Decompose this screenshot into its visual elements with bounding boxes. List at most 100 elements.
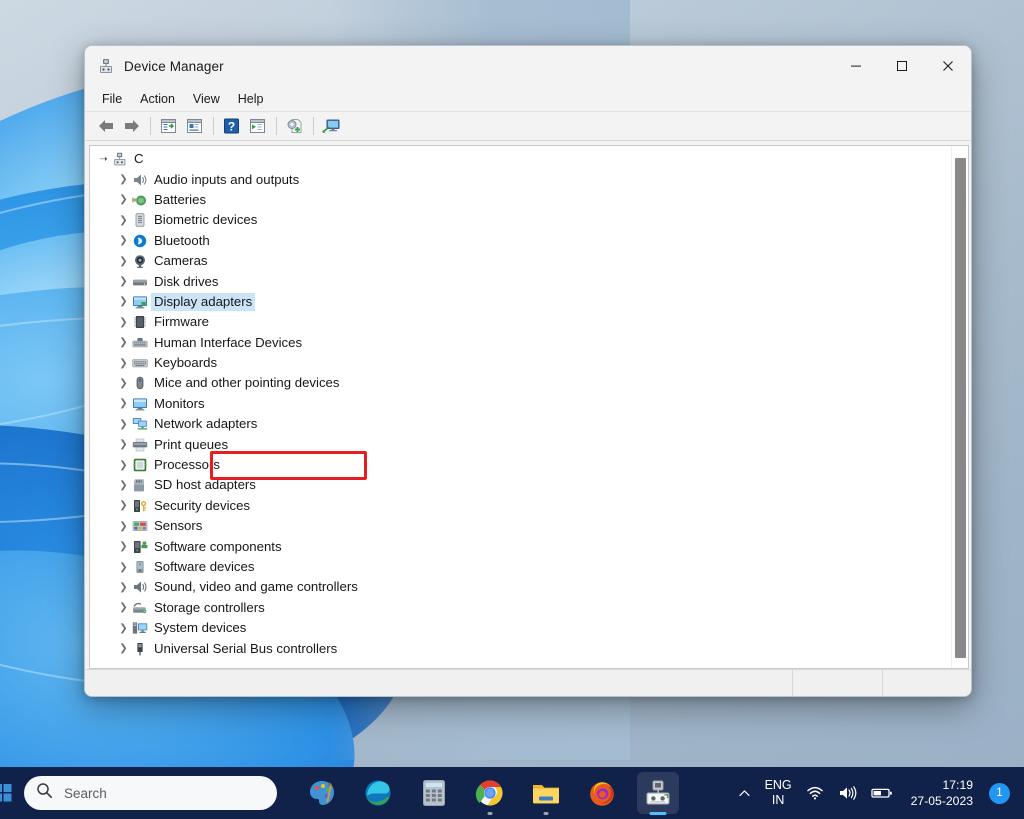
taskbar-app-paint[interactable] <box>301 772 343 814</box>
desktop: Device Manager File Action View Help ? ➝… <box>0 0 1024 819</box>
tree-item-human-interface-devices[interactable]: ❯ Human Interface Devices <box>90 333 951 353</box>
tree-item-software-devices[interactable]: ❯ Software devices <box>90 557 951 577</box>
tree-item-storage-controllers[interactable]: ❯ Storage controllers <box>90 598 951 618</box>
toolbar-separator <box>150 117 151 135</box>
help-icon[interactable]: ? <box>219 114 244 138</box>
paint-icon <box>310 781 334 805</box>
tree-item-sound-video-and-game-controllers[interactable]: ❯ Sound, video and game controllers <box>90 577 951 597</box>
chevron-right-icon[interactable]: ❯ <box>116 317 131 328</box>
start-button[interactable] <box>0 784 14 802</box>
notification-badge[interactable]: 1 <box>989 782 1010 804</box>
clock-time: 17:19 <box>942 778 974 792</box>
chevron-right-icon[interactable]: ❯ <box>116 623 131 634</box>
taskbar-app-device-manager[interactable] <box>637 772 679 815</box>
show-hidden-devices-icon[interactable] <box>182 114 207 138</box>
volume-icon[interactable] <box>831 772 864 814</box>
tree-root-node[interactable]: ➝ C <box>90 149 951 169</box>
tree-item-biometric-devices[interactable]: ❯ Biometric devices <box>90 210 951 230</box>
battery-icon <box>131 192 148 208</box>
chevron-right-icon[interactable]: ❯ <box>116 215 131 226</box>
running-indicator <box>543 812 549 815</box>
tree-item-keyboards[interactable]: ❯ Keyboards <box>90 353 951 373</box>
menu-item-view[interactable]: View <box>185 89 228 109</box>
taskbar-app-chrome[interactable] <box>469 772 511 815</box>
close-button[interactable] <box>925 46 971 86</box>
search-placeholder: Search <box>64 785 107 801</box>
tree-item-display-adapters[interactable]: ❯ Display adapters <box>90 292 951 312</box>
taskbar-app-firefox[interactable] <box>581 772 623 814</box>
tree-item-system-devices[interactable]: ❯ System devices <box>90 618 951 638</box>
chevron-right-icon[interactable]: ❯ <box>116 460 131 471</box>
chevron-right-icon[interactable]: ❯ <box>116 194 131 205</box>
menu-item-action[interactable]: Action <box>132 89 183 109</box>
chevron-right-icon[interactable]: ❯ <box>116 480 131 491</box>
chevron-right-icon[interactable]: ❯ <box>116 602 131 613</box>
taskbar-app-file-explorer[interactable] <box>525 772 567 815</box>
tree-item-bluetooth[interactable]: ❯ Bluetooth <box>90 231 951 251</box>
chevron-right-icon[interactable]: ❯ <box>116 643 131 654</box>
chevron-right-icon[interactable]: ❯ <box>116 256 131 267</box>
chevron-right-icon[interactable]: ❯ <box>116 521 131 532</box>
chevron-right-icon[interactable]: ❯ <box>116 541 131 552</box>
minimize-button[interactable] <box>833 46 879 86</box>
chevron-right-icon[interactable]: ❯ <box>116 419 131 430</box>
tree-item-monitors[interactable]: ❯ Monitors <box>90 394 951 414</box>
remote-computer-icon[interactable] <box>319 114 344 138</box>
toolbar-separator <box>313 117 314 135</box>
chevron-right-icon[interactable]: ❯ <box>116 276 131 287</box>
menu-item-file[interactable]: File <box>94 89 130 109</box>
chevron-right-icon[interactable]: ❯ <box>116 439 131 450</box>
maximize-button[interactable] <box>879 46 925 86</box>
printer-icon <box>131 437 148 453</box>
chevron-right-icon[interactable]: ❯ <box>116 337 131 348</box>
clock[interactable]: 17:19 27-05-2023 <box>900 772 989 814</box>
search-icon <box>36 782 53 804</box>
chevron-down-icon[interactable]: ➝ <box>96 154 111 165</box>
tree-item-network-adapters[interactable]: ❯ Network adapters <box>90 414 951 434</box>
tree-item-label: Display adapters <box>151 292 256 311</box>
window-titlebar[interactable]: Device Manager <box>85 46 971 86</box>
tree-item-disk-drives[interactable]: ❯ Disk drives <box>90 271 951 291</box>
forward-arrow-icon[interactable] <box>119 114 144 138</box>
scan-hardware-changes-icon[interactable] <box>282 114 307 138</box>
chevron-right-icon[interactable]: ❯ <box>116 174 131 185</box>
back-arrow-icon[interactable] <box>93 114 118 138</box>
chevron-right-icon[interactable]: ❯ <box>116 582 131 593</box>
tree-item-security-devices[interactable]: ❯ Security devices <box>90 496 951 516</box>
tree-item-label: Monitors <box>154 395 205 411</box>
tree-item-print-queues[interactable]: ❯ Print queues <box>90 434 951 454</box>
tree-item-sensors[interactable]: ❯ Sensors <box>90 516 951 536</box>
tree-item-mice-and-other-pointing-devices[interactable]: ❯ Mice and other pointing devices <box>90 373 951 393</box>
update-driver-icon[interactable] <box>245 114 270 138</box>
hid-icon <box>131 335 148 351</box>
menu-item-help[interactable]: Help <box>230 89 272 109</box>
wifi-icon[interactable] <box>799 772 831 814</box>
tree-item-cameras[interactable]: ❯ Cameras <box>90 251 951 271</box>
chevron-up-icon[interactable] <box>731 772 758 814</box>
chevron-right-icon[interactable]: ❯ <box>116 562 131 573</box>
tree-item-software-components[interactable]: ❯ Software components <box>90 536 951 556</box>
device-tree[interactable]: ➝ C ❯ Audio inputs and outputs ❯ Batteri… <box>90 146 951 668</box>
tree-item-firmware[interactable]: ❯ Firmware <box>90 312 951 332</box>
vertical-scrollbar[interactable] <box>951 146 968 668</box>
chevron-right-icon[interactable]: ❯ <box>116 500 131 511</box>
taskbar-app-calculator[interactable] <box>413 772 455 814</box>
taskbar-app-edge[interactable] <box>357 772 399 814</box>
window-controls <box>833 46 971 86</box>
scrollbar-thumb[interactable] <box>955 158 966 658</box>
properties-icon[interactable] <box>156 114 181 138</box>
tree-item-audio-inputs-and-outputs[interactable]: ❯ Audio inputs and outputs <box>90 169 951 189</box>
battery-icon[interactable] <box>864 772 900 814</box>
search-input[interactable]: Search <box>24 776 277 810</box>
tree-item-sd-host-adapters[interactable]: ❯ SD host adapters <box>90 475 951 495</box>
tree-item-universal-serial-bus-controllers[interactable]: ❯ Universal Serial Bus controllers <box>90 638 951 658</box>
chevron-right-icon[interactable]: ❯ <box>116 358 131 369</box>
tree-item-label: Bluetooth <box>154 232 210 248</box>
chevron-right-icon[interactable]: ❯ <box>116 398 131 409</box>
tree-item-batteries[interactable]: ❯ Batteries <box>90 190 951 210</box>
chevron-right-icon[interactable]: ❯ <box>116 378 131 389</box>
chevron-right-icon[interactable]: ❯ <box>116 235 131 246</box>
chevron-right-icon[interactable]: ❯ <box>116 296 131 307</box>
language-indicator[interactable]: ENG IN <box>758 772 799 814</box>
tree-item-processors[interactable]: ❯ Processors <box>90 455 951 475</box>
